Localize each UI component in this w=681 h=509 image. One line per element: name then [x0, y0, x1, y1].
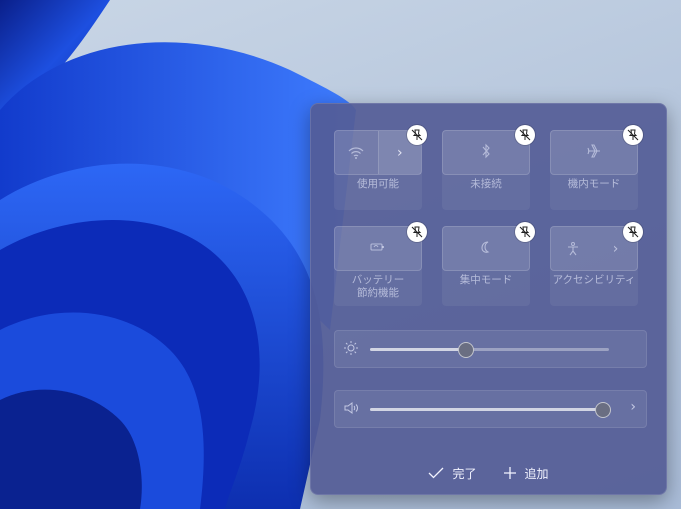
- speaker-icon[interactable]: [343, 400, 359, 416]
- checkmark-icon: [428, 467, 444, 479]
- done-button[interactable]: 完了: [428, 465, 477, 482]
- add-label: 追加: [524, 466, 549, 481]
- plus-icon: [503, 466, 517, 480]
- unpin-icon[interactable]: [623, 125, 643, 145]
- brightness-thumb[interactable]: [457, 342, 474, 358]
- tile-label: 機内モード: [567, 178, 621, 190]
- brightness-fill: [370, 348, 466, 351]
- done-label: 完了: [452, 466, 477, 481]
- tile-label-line-2: 節約機能: [357, 287, 399, 299]
- tile-label: 未接続: [470, 178, 502, 190]
- quick-settings-footer: 完了 追加: [310, 455, 667, 491]
- unpin-icon[interactable]: [623, 222, 643, 242]
- tile-label: 使用可能: [357, 178, 399, 190]
- tile-label: 集中モード: [459, 274, 513, 286]
- wifi-icon: [335, 131, 378, 174]
- tile-bluetooth: 未接続: [442, 130, 530, 210]
- battery-saver-icon: [369, 239, 387, 258]
- volume-slider-row: ›: [334, 390, 647, 428]
- unpin-icon[interactable]: [515, 125, 535, 145]
- tile-label-line-1: バッテリー: [351, 274, 405, 286]
- bluetooth-icon: [480, 143, 492, 163]
- tile-label: アクセシビリティ: [552, 274, 636, 286]
- volume-thumb[interactable]: [595, 402, 611, 418]
- unpin-icon[interactable]: [407, 125, 427, 145]
- volume-fill: [370, 408, 603, 411]
- volume-track[interactable]: [370, 402, 611, 418]
- volume-output-chevron[interactable]: ›: [630, 399, 636, 415]
- brightness-slider-row: [334, 330, 647, 368]
- add-button[interactable]: 追加: [503, 465, 549, 482]
- unpin-icon[interactable]: [515, 222, 535, 242]
- airplane-icon: [586, 143, 602, 163]
- desktop: › 使用可能 未接続 機内モード バッテリー 節約機能 集中モード › アクセシ…: [0, 0, 681, 509]
- sun-icon: [343, 340, 359, 356]
- brightness-track[interactable]: [370, 342, 609, 358]
- tile-wifi: › 使用可能: [334, 130, 422, 210]
- quick-settings-panel: › 使用可能 未接続 機内モード バッテリー 節約機能 集中モード › アクセシ…: [310, 103, 667, 495]
- moon-icon: [479, 239, 493, 258]
- tile-airplane-mode: 機内モード: [550, 130, 638, 210]
- unpin-icon[interactable]: [407, 222, 427, 242]
- accessibility-icon: [551, 227, 594, 270]
- tile-label: バッテリー 節約機能: [334, 274, 422, 300]
